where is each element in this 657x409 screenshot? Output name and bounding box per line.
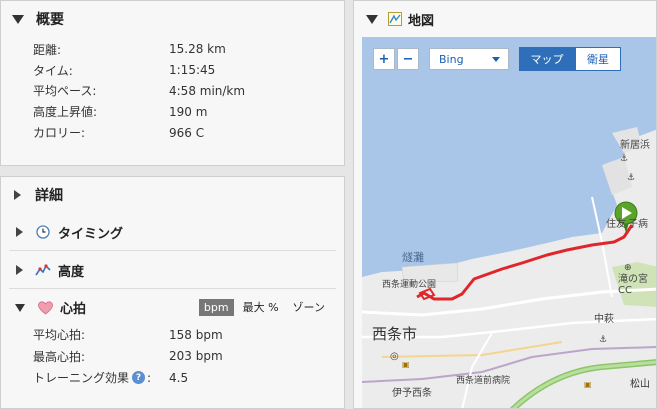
heartrate-row: 平均心拍: 158 bpm <box>1 324 344 346</box>
tab-max-percent[interactable]: 最大 % <box>238 297 284 317</box>
map-provider-value: Bing <box>439 52 464 66</box>
distance-value: 15.28 km <box>169 42 226 57</box>
road-shield: ▣ <box>584 380 592 389</box>
map-label-tsuinada: 燧灘 <box>402 251 424 264</box>
collapse-triangle-icon[interactable] <box>15 303 25 312</box>
heartrate-row: 最高心拍: 203 bpm <box>1 346 344 368</box>
summary-panel: 概要 距離: 15.28 km タイム: 1:15:45 平均ペース: 4:58 mi… <box>0 0 345 166</box>
elevation-gain-value: 190 m <box>169 104 208 119</box>
collapse-triangle-icon[interactable] <box>12 14 24 24</box>
distance-label: 距離: <box>33 42 62 57</box>
avg-heartrate-label: 平均心拍: <box>33 328 86 343</box>
tab-zone[interactable]: ゾーン <box>288 297 330 317</box>
heartrate-section[interactable]: 心拍 bpm 最大 % ゾーン <box>9 289 336 326</box>
calories-value: 966 C <box>169 125 205 140</box>
summary-header[interactable]: 概要 <box>1 1 344 37</box>
clock-icon <box>35 224 51 240</box>
anchor-symbol: ⚓ <box>627 173 635 183</box>
heart-icon <box>37 300 53 316</box>
map-label-sumito: 住友 <box>606 219 626 230</box>
details-title: 詳細 <box>35 188 63 204</box>
map-label-iyosaijo: 伊予西条 <box>392 388 432 399</box>
timing-section[interactable]: タイミング <box>9 214 336 251</box>
route-map[interactable]: ⚓ ⚓ ◎ ⚓ ⊕ ▣ ▣ 新居浜 住友 子病 燧灘 西条運動公園 滝の宮CC … <box>362 37 656 408</box>
road-shield: ▣ <box>402 360 410 369</box>
zoom-out-button[interactable]: − <box>397 48 419 70</box>
training-effect-colon: : <box>147 370 152 385</box>
elevation-gain-label: 高度上昇値: <box>33 105 98 120</box>
summary-title: 概要 <box>36 12 64 28</box>
zoom-in-button[interactable]: + <box>373 48 395 70</box>
summary-row: 高度上昇値: 190 m <box>1 101 344 122</box>
training-effect-cell: トレーニング効果 ? : <box>1 369 169 386</box>
map-label-undo: 西条運動公園 <box>382 280 437 290</box>
map-label-saijoshi: 西条市 <box>372 325 418 343</box>
time-label: タイム: <box>33 63 73 78</box>
tab-bpm[interactable]: bpm <box>198 298 234 316</box>
heartrate-label: 心拍 <box>60 302 87 317</box>
expand-triangle-icon[interactable] <box>14 190 21 200</box>
satellite-view-button[interactable]: 衛星 <box>575 47 621 71</box>
training-effect-value: 4.5 <box>169 370 189 385</box>
training-effect-label: トレーニング効果 <box>33 371 130 386</box>
pace-label: 平均ペース: <box>33 84 97 99</box>
map-label-nakahagi: 中萩 <box>594 314 614 325</box>
summary-row: 距離: 15.28 km <box>1 39 344 60</box>
summary-row: タイム: 1:15:45 <box>1 60 344 81</box>
expand-triangle-icon[interactable] <box>16 227 23 237</box>
help-icon[interactable]: ? <box>132 371 146 385</box>
heartrate-unit-tabs: bpm 最大 % ゾーン <box>198 297 330 317</box>
heartrate-row: トレーニング効果 ? : 4.5 <box>1 367 344 389</box>
details-header[interactable]: 詳細 <box>1 177 344 213</box>
map-label-takinomiya: 滝の宮CC <box>618 274 648 296</box>
collapse-triangle-icon[interactable] <box>366 14 378 24</box>
map-label-byoin: 西条道前病院 <box>456 376 511 386</box>
summary-row: カロリー: 966 C <box>1 122 344 143</box>
map-label-matsuyama: 松山 <box>630 379 650 390</box>
elevation-chart-icon <box>35 262 51 278</box>
map-label-shinkyo: 新居浜 <box>620 140 650 151</box>
map-panel: 地図 ⚓ ⚓ ◎ ⚓ ⊕ ▣ ▣ 新居浜 住友 子病 燧灘 西条運動公園 滝の宮… <box>353 0 657 409</box>
expand-triangle-icon[interactable] <box>16 265 23 275</box>
anchor-symbol: ⚓ <box>620 154 628 164</box>
map-provider-select[interactable]: Bing <box>429 48 509 70</box>
elevation-label: 高度 <box>58 264 85 280</box>
summary-row: 平均ペース: 4:58 min/km <box>1 81 344 102</box>
details-panel: 詳細 タイミング 高度 心拍 bpm 最大 % ゾーン 平均心拍: 158 bpm… <box>0 176 345 409</box>
avg-heartrate-value: 158 bpm <box>169 327 223 342</box>
map-label-ko: 子病 <box>628 219 648 230</box>
timing-label: タイミング <box>58 226 124 242</box>
calories-label: カロリー: <box>33 126 86 141</box>
summary-list: 距離: 15.28 km タイム: 1:15:45 平均ペース: 4:58 min/k… <box>1 37 344 143</box>
chevron-down-icon <box>492 57 500 62</box>
map-view-button[interactable]: マップ <box>519 47 575 71</box>
anchor-symbol: ⚓ <box>599 335 607 345</box>
map-header[interactable]: 地図 <box>354 1 656 37</box>
map-icon <box>388 12 402 26</box>
max-heartrate-label: 最高心拍: <box>33 349 86 364</box>
pace-value: 4:58 min/km <box>169 83 246 98</box>
time-value: 1:15:45 <box>169 63 216 78</box>
map-title: 地図 <box>408 13 435 29</box>
elevation-section[interactable]: 高度 <box>9 252 336 289</box>
heartrate-list: 平均心拍: 158 bpm 最高心拍: 203 bpm トレーニング効果 ? : 4… <box>1 324 344 389</box>
city-symbol: ◎ <box>390 351 399 362</box>
max-heartrate-value: 203 bpm <box>169 349 223 364</box>
